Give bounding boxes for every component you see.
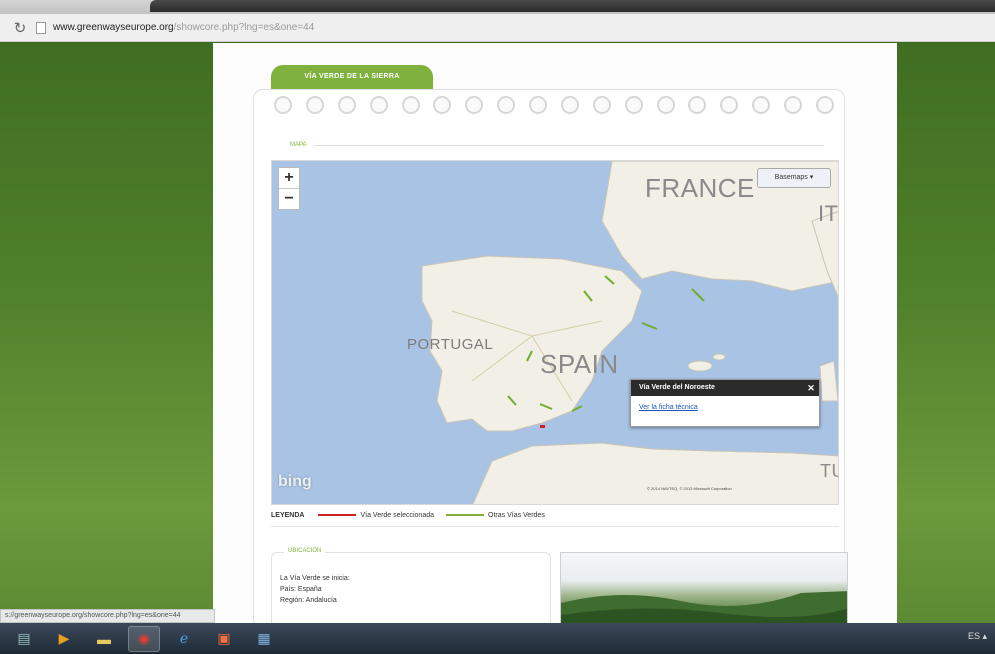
ring-icon <box>369 96 388 114</box>
balearic-island <box>687 360 713 372</box>
ring-icon <box>497 96 516 114</box>
notebook-rings <box>274 96 834 116</box>
location-line: País: España <box>280 586 322 593</box>
location-box: UBICACIÓN La Vía Verde se inicia: País: … <box>271 548 551 632</box>
ring-icon <box>815 96 834 114</box>
reload-icon[interactable]: ↻ <box>10 19 30 37</box>
ring-icon <box>529 96 547 114</box>
legend-selected-swatch <box>318 514 357 516</box>
ring-icon <box>560 96 579 114</box>
ring-icon <box>433 96 452 114</box>
ring-icon <box>656 96 675 114</box>
legend-others-text: Otras Vías Verdes <box>488 511 545 519</box>
ring-icon <box>784 96 802 114</box>
remote-desktop-icon[interactable]: ▦ <box>248 626 280 652</box>
country-label-it: IT <box>818 201 839 226</box>
legend-others-swatch <box>446 514 485 516</box>
basemap-dropdown[interactable]: Basemaps ▾ <box>757 168 831 188</box>
legend-label: LEYENDA <box>271 511 305 519</box>
taskbar: ▤ ▶ ▬ ◉ e ▣ ▦ ES ▴ <box>0 623 995 654</box>
folder-icon[interactable]: ▬ <box>88 626 120 652</box>
chrome-icon[interactable]: ◉ <box>128 625 160 652</box>
ring-icon <box>688 96 707 114</box>
url-path: /showcore.php?lng=es&one=44 <box>173 22 315 33</box>
ring-icon <box>305 96 324 114</box>
interactive-map[interactable]: + − Basemaps ▾ FRANCE PORTUGAL SPAIN IT … <box>271 160 839 505</box>
page-icon <box>36 21 46 34</box>
main-content: VÍA VERDE DE LA SIERRA MAPA + − Basemaps… <box>213 43 897 632</box>
africa-land <box>472 442 838 504</box>
url-host: www.greenwayseurope.org <box>53 22 174 33</box>
selected-greenway-marker <box>540 425 545 428</box>
country-label-portugal: PORTUGAL <box>407 336 494 353</box>
ring-icon <box>337 96 356 114</box>
internet-explorer-icon[interactable]: e <box>168 626 200 652</box>
map-section-label: MAPA <box>290 142 307 148</box>
ring-icon <box>720 96 739 114</box>
greenway-line <box>691 288 705 302</box>
greenway-photo <box>560 552 848 632</box>
zoom-in-button[interactable]: + <box>279 168 299 188</box>
popup-title: Vía Verde del Noroeste <box>639 384 715 391</box>
ring-icon <box>624 96 643 114</box>
section-divider <box>314 145 824 146</box>
sardinia-land <box>819 360 838 402</box>
photo-app-icon[interactable]: ▣ <box>208 626 240 652</box>
ring-icon <box>465 96 484 114</box>
windows-explorer-icon[interactable]: ▤ <box>8 626 40 652</box>
location-label: UBICACIÓN <box>284 548 326 554</box>
url-field[interactable]: www.greenwayseurope.org/showcore.php?lng… <box>53 22 314 33</box>
zoom-out-button[interactable]: − <box>279 189 299 209</box>
media-player-icon[interactable]: ▶ <box>48 626 80 652</box>
notebook-card: MAPA + − Basemaps ▾ FRANCE PORTUGAL SPAI… <box>253 89 848 632</box>
status-bar: s://greenwayseurope.org/showcore.php?lng… <box>0 609 215 623</box>
legend-selected-text: Vía Verde seleccionada <box>360 511 435 519</box>
country-label-tu: TU <box>820 461 838 481</box>
popup-header: Vía Verde del Noroeste ✕ <box>631 380 819 396</box>
bing-logo: bing <box>278 473 312 490</box>
balearic-island <box>712 353 726 361</box>
photo-hills-svg <box>561 591 847 631</box>
map-copyright: © 2014 NAVTEQ, © 2013 Microsoft Corporat… <box>647 486 732 491</box>
map-legend: LEYENDA Vía Verde seleccionada Otras Vía… <box>271 508 831 522</box>
popup-close-icon[interactable]: ✕ <box>803 380 819 396</box>
ring-icon <box>752 96 771 114</box>
address-bar: ↻ www.greenwayseurope.org/showcore.php?l… <box>0 14 995 42</box>
map-land-svg <box>421 161 838 504</box>
browser-tab-area[interactable] <box>150 0 995 12</box>
location-details: La Vía Verde se inicia: País: España Reg… <box>272 553 550 606</box>
page-background-left <box>0 43 213 623</box>
zoom-control: + − <box>278 167 300 210</box>
system-tray[interactable]: ES ▴ <box>968 631 987 642</box>
page-background-right <box>897 43 995 623</box>
map-popup: Vía Verde del Noroeste ✕ Ver la ficha té… <box>630 379 820 427</box>
ring-icon <box>592 96 611 114</box>
section-divider <box>271 526 839 527</box>
tab-strip <box>0 0 995 14</box>
greenway-line <box>641 322 658 330</box>
location-line: Región: Andalucía <box>280 597 337 604</box>
country-label-spain: SPAIN <box>540 349 619 379</box>
location-line: La Vía Verde se inicia: <box>280 575 350 582</box>
technical-sheet-link[interactable]: Ver la ficha técnica <box>631 396 819 419</box>
ring-icon <box>274 96 292 114</box>
greenway-title-tab[interactable]: VÍA VERDE DE LA SIERRA <box>271 65 433 89</box>
country-label-france: FRANCE <box>645 173 755 203</box>
ring-icon <box>401 96 420 114</box>
